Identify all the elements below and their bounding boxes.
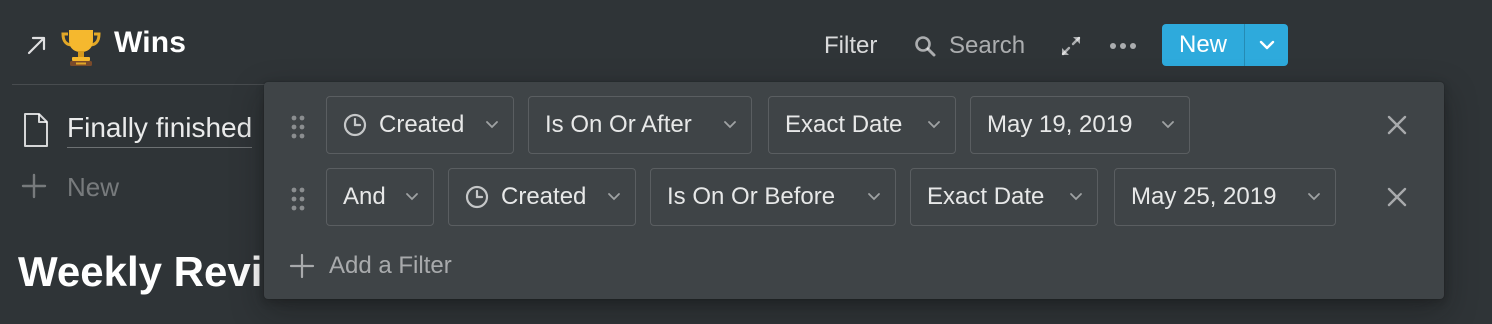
filter-condition-label: Is On Or After (545, 111, 692, 138)
clock-icon (343, 113, 367, 137)
add-filter-button[interactable]: Add a Filter (329, 252, 452, 280)
close-icon[interactable] (1384, 112, 1410, 138)
filter-condition-select[interactable]: Is On Or Before (650, 168, 896, 226)
chevron-down-icon (486, 121, 498, 129)
drag-handle-icon[interactable] (290, 114, 306, 140)
filter-date-type-select[interactable]: Exact Date (910, 168, 1098, 226)
row-title[interactable]: Finally finished (67, 112, 253, 148)
filter-date-type-label: Exact Date (927, 183, 1045, 210)
chevron-down-icon (608, 193, 620, 201)
drag-handle-icon[interactable] (290, 186, 306, 212)
chevron-down-icon (928, 121, 940, 129)
filter-property-select[interactable]: Created (448, 168, 636, 226)
database-title: Wins (114, 26, 187, 59)
filter-popover: Created Is On Or After Exact Date May 19… (264, 82, 1444, 299)
new-button[interactable]: New (1162, 24, 1244, 66)
trophy-icon (61, 30, 101, 66)
search-button[interactable]: Search (949, 32, 1025, 60)
filter-date-value-label: May 19, 2019 (987, 111, 1133, 138)
filter-date-type-select[interactable]: Exact Date (768, 96, 956, 154)
chevron-down-icon (724, 121, 736, 129)
filter-property-label: Created (379, 111, 465, 138)
filter-date-value-select[interactable]: May 19, 2019 (970, 96, 1190, 154)
plus-icon[interactable] (20, 172, 48, 200)
more-icon[interactable] (1108, 36, 1138, 56)
close-icon[interactable] (1384, 184, 1410, 210)
filter-date-value-label: May 25, 2019 (1131, 183, 1277, 210)
chevron-down-icon (1070, 193, 1082, 201)
new-button-group: New (1162, 24, 1288, 66)
chevron-down-icon (1259, 40, 1274, 50)
header-divider (12, 84, 282, 85)
search-icon[interactable] (914, 35, 936, 57)
plus-icon[interactable] (289, 253, 315, 279)
filter-property-label: Created (501, 183, 587, 210)
chevron-down-icon (1162, 121, 1174, 129)
open-as-page-icon[interactable] (22, 30, 52, 60)
new-dropdown-button[interactable] (1244, 24, 1288, 66)
filter-button[interactable]: Filter (824, 32, 877, 60)
page-icon (24, 113, 48, 147)
filter-date-value-select[interactable]: May 25, 2019 (1114, 168, 1336, 226)
filter-conjunction-label: And (343, 183, 386, 210)
filter-property-select[interactable]: Created (326, 96, 514, 154)
chevron-down-icon (868, 193, 880, 201)
add-row-button[interactable]: New (67, 172, 119, 203)
filter-condition-select[interactable]: Is On Or After (528, 96, 752, 154)
filter-condition-label: Is On Or Before (667, 183, 836, 210)
chevron-down-icon (406, 193, 418, 201)
expand-icon[interactable] (1059, 34, 1083, 58)
clock-icon (465, 185, 489, 209)
filter-date-type-label: Exact Date (785, 111, 903, 138)
chevron-down-icon (1308, 193, 1320, 201)
filter-conjunction-select[interactable]: And (326, 168, 434, 226)
